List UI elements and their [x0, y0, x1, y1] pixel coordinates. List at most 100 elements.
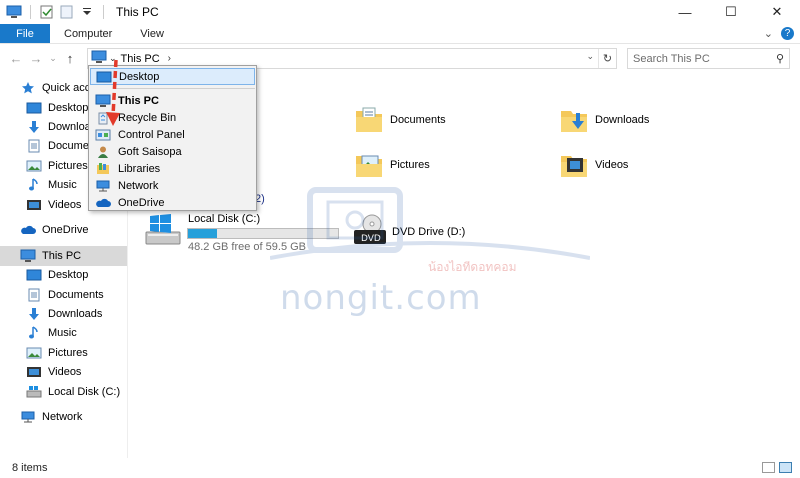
menu-item-label: OneDrive [118, 196, 165, 209]
sidebar-item-label: Downloads [48, 308, 103, 320]
drive-label: Local Disk (C:) [188, 213, 261, 225]
sidebar-item-network[interactable]: Network [0, 407, 127, 427]
toolbar-divider [103, 5, 104, 19]
videos-icon [26, 365, 42, 379]
tab-file[interactable]: File [0, 24, 50, 43]
tab-view[interactable]: View [126, 24, 178, 43]
desktop-icon [26, 268, 42, 282]
menu-item-label: Control Panel [118, 128, 185, 141]
network-icon [20, 410, 36, 424]
watermark-tagline: น้องไอทีดอทคอม [428, 260, 517, 274]
folder-documents[interactable]: Documents [354, 105, 446, 135]
sidebar-item-this-pc[interactable]: This PC [0, 246, 127, 266]
sidebar-item-local-disk[interactable]: Local Disk (C:) [0, 382, 127, 402]
computer-icon [6, 5, 22, 19]
expand-ribbon-button[interactable]: ⌄ [764, 27, 773, 40]
sidebar-item-pictures[interactable]: Pictures [0, 343, 127, 363]
network-icon [95, 179, 111, 193]
forward-button[interactable]: → [26, 51, 46, 66]
properties-icon[interactable] [39, 5, 55, 19]
folder-label: Downloads [595, 114, 650, 126]
sidebar-item-desktop[interactable]: Desktop [0, 265, 127, 285]
drive-icon [26, 385, 42, 399]
folder-downloads[interactable]: Downloads [559, 105, 649, 135]
window-controls: — ☐ ✕ [662, 0, 800, 24]
sidebar-item-videos[interactable]: Videos [0, 362, 127, 382]
sidebar-item-label: Desktop [48, 269, 89, 281]
menu-item-network[interactable]: Network [90, 177, 255, 194]
sidebar-item-documents[interactable]: Documents [0, 285, 127, 305]
sidebar-item-label: Pictures [48, 160, 88, 172]
address-history-button[interactable]: ⌄ [586, 51, 594, 62]
sidebar-item-onedrive[interactable]: OneDrive [0, 220, 127, 240]
documents-folder-icon [354, 105, 384, 135]
documents-icon [26, 288, 42, 302]
music-icon [26, 178, 42, 192]
sidebar-item-label: Desktop [48, 102, 89, 114]
desktop-icon [26, 101, 42, 115]
folder-label: Documents [390, 114, 446, 126]
close-button[interactable]: ✕ [754, 0, 800, 24]
windows-drive-icon [144, 214, 182, 249]
tab-computer[interactable]: Computer [50, 24, 126, 43]
drive-usage-fill [188, 229, 217, 238]
sidebar-item-label: This PC [42, 250, 82, 262]
onedrive-icon [20, 223, 36, 237]
folder-label: Pictures [390, 159, 430, 171]
menu-divider [115, 88, 255, 89]
menu-item-user-folder[interactable]: Goft Saisopa [90, 143, 255, 160]
download-icon [26, 120, 42, 134]
pictures-icon [26, 159, 42, 173]
sidebar-item-label: Videos [48, 199, 82, 211]
folder-label: Videos [595, 159, 629, 171]
up-button[interactable]: ↑ [60, 51, 80, 66]
menu-item-label: Libraries [118, 162, 161, 175]
recent-locations-button[interactable]: ⌄ [46, 53, 60, 64]
sidebar-item-label: Network [42, 411, 83, 423]
maximize-button[interactable]: ☐ [708, 0, 754, 24]
chevron-right-icon[interactable]: › [168, 53, 171, 64]
menu-item-libraries[interactable]: Libraries [90, 160, 255, 177]
search-icon[interactable]: ⚲ [776, 52, 784, 65]
refresh-button[interactable]: ↻ [598, 49, 616, 68]
ribbon-controls: ⌄ ? [764, 27, 794, 40]
customize-toolbar-icon[interactable] [79, 5, 95, 19]
sidebar-item-label: Music [48, 179, 77, 191]
title-bar: This PC — ☐ ✕ [0, 0, 800, 24]
annotation-arrow-icon [106, 59, 120, 126]
sidebar-item-label: Videos [48, 366, 82, 378]
pictures-icon [26, 346, 42, 360]
folder-pictures[interactable]: Pictures [354, 150, 430, 180]
documents-icon [26, 139, 42, 153]
folder-videos[interactable]: Videos [559, 150, 628, 180]
view-switcher [762, 462, 792, 473]
watermark-text: nongit.com [280, 278, 482, 318]
sidebar-item-downloads[interactable]: Downloads [0, 304, 127, 324]
sidebar-item-label: OneDrive [42, 224, 89, 236]
window-title: This PC [116, 5, 159, 19]
back-button[interactable]: ← [6, 51, 26, 66]
menu-item-label: Goft Saisopa [118, 145, 182, 158]
minimize-button[interactable]: — [662, 0, 708, 24]
details-view-icon[interactable] [762, 462, 775, 473]
pictures-folder-icon [354, 150, 384, 180]
search-box[interactable]: Search This PC ⚲ [627, 48, 790, 69]
sidebar-item-label: Local Disk (C:) [48, 386, 121, 398]
ribbon-tabs: File Computer View ⌄ ? [0, 24, 800, 44]
music-icon [26, 326, 42, 340]
large-icons-view-icon[interactable] [779, 462, 792, 473]
new-folder-icon[interactable] [59, 5, 75, 19]
download-icon [26, 307, 42, 321]
sidebar-item-music[interactable]: Music [0, 323, 127, 343]
videos-folder-icon [559, 150, 589, 180]
status-bar: 8 items [0, 458, 800, 478]
toolbar-divider [30, 5, 31, 19]
menu-item-onedrive[interactable]: OneDrive [90, 194, 255, 211]
user-icon [95, 145, 111, 159]
help-button[interactable]: ? [781, 27, 794, 40]
search-input[interactable]: Search This PC [633, 53, 710, 65]
star-icon [20, 81, 36, 95]
onedrive-icon [95, 196, 111, 210]
quick-access-toolbar [0, 5, 108, 19]
videos-icon [26, 198, 42, 212]
